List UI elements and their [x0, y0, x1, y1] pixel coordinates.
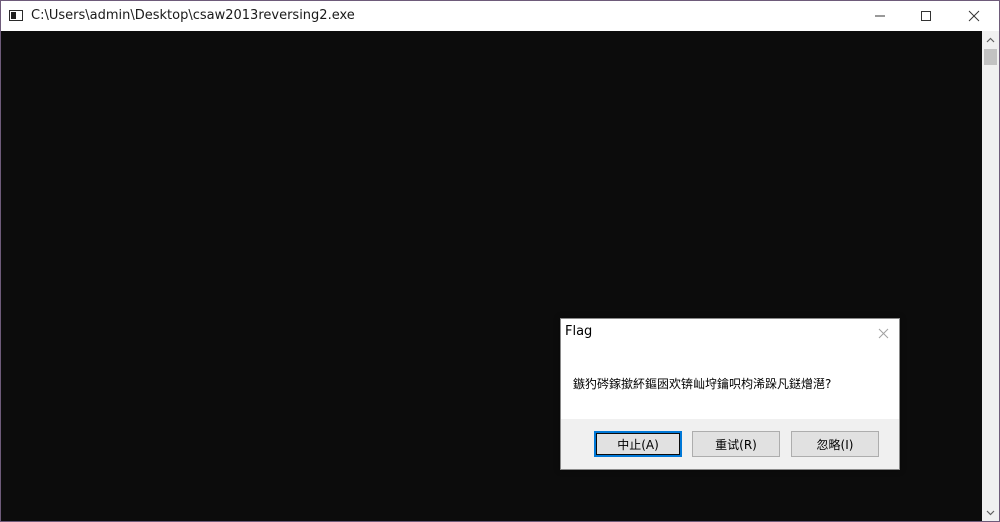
dialog-message: 鏃犳硶鎵撳紑鏂囦欢锛屾垨鑰呮枃浠跺凡鎹熷潖?: [573, 377, 832, 391]
close-icon: [878, 328, 888, 338]
minimize-icon: [875, 15, 885, 17]
close-icon: [968, 10, 980, 22]
abort-button[interactable]: 中止(A): [594, 431, 682, 457]
window-title: C:\Users\admin\Desktop\csaw2013reversing…: [31, 8, 355, 23]
retry-button[interactable]: 重试(R): [692, 431, 780, 457]
close-button[interactable]: [951, 1, 997, 31]
ignore-button[interactable]: 忽略(I): [791, 431, 879, 457]
window-titlebar[interactable]: C:\Users\admin\Desktop\csaw2013reversing…: [1, 1, 999, 31]
minimize-button[interactable]: [857, 1, 903, 31]
dialog-close-button[interactable]: [875, 325, 891, 341]
dialog-title: Flag: [565, 324, 593, 339]
chevron-up-icon: [986, 37, 995, 42]
dialog-button-bar: 中止(A) 重试(R) 忽略(I): [561, 419, 899, 469]
chevron-down-icon: [986, 510, 995, 515]
scroll-down-button[interactable]: [982, 504, 999, 521]
scroll-thumb[interactable]: [984, 49, 997, 65]
vertical-scrollbar[interactable]: [982, 31, 999, 521]
flag-message-box: Flag 鏃犳硶鎵撳紑鏂囦欢锛屾垨鑰呮枃浠跺凡鎹熷潖? 中止(A) 重试(R) …: [560, 318, 900, 470]
maximize-button[interactable]: [903, 1, 949, 31]
maximize-icon: [921, 11, 931, 21]
scroll-up-button[interactable]: [982, 31, 999, 48]
console-window-icon: [9, 10, 23, 21]
